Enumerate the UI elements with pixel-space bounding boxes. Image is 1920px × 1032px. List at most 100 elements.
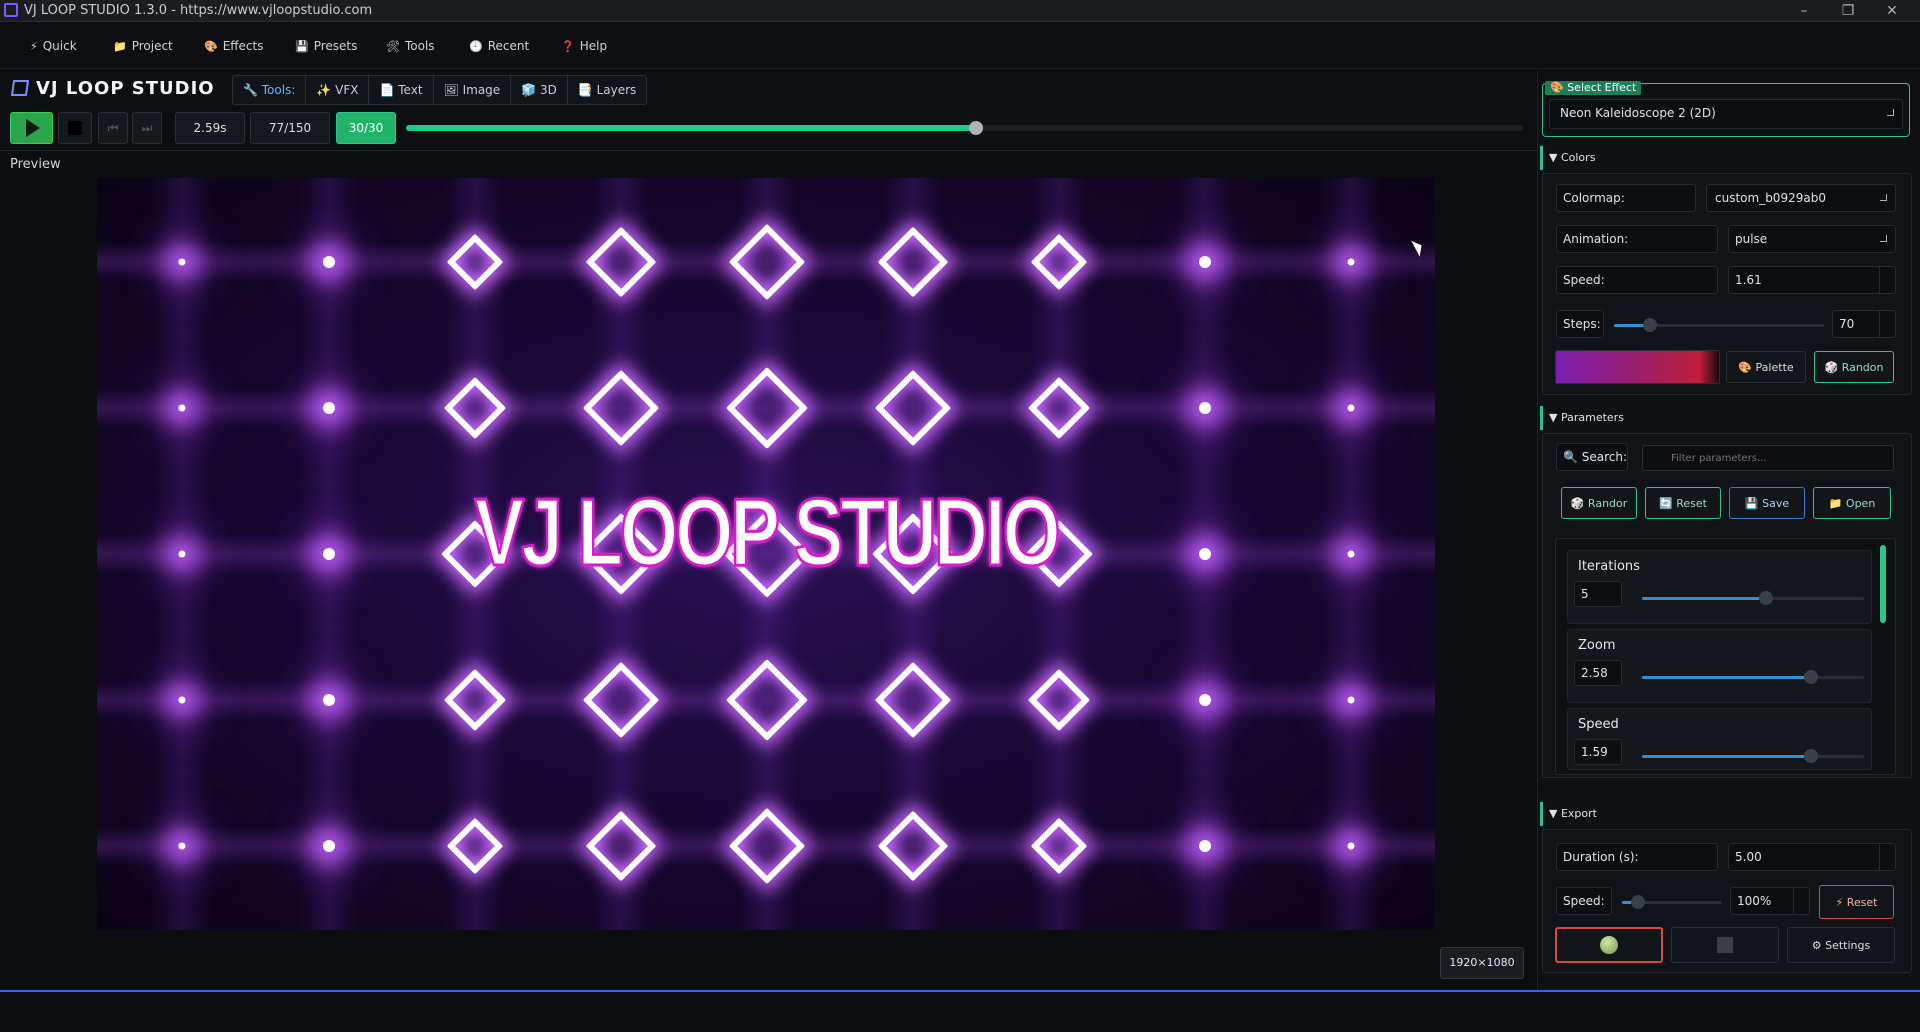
param-slider[interactable] [1642, 591, 1864, 605]
neon-glow-dot [1347, 696, 1355, 704]
frame-display: 77/150 [250, 112, 330, 144]
param-handle[interactable] [1803, 749, 1818, 763]
lightning-icon: ⚡ [1835, 895, 1847, 909]
record-button[interactable] [1555, 927, 1663, 963]
neon-glow-dot [1347, 842, 1355, 850]
dice-icon: 🎲 [1570, 496, 1588, 510]
select-effect-title: 🎨 Select Effect [1545, 81, 1642, 95]
neon-glow-dot [178, 404, 186, 412]
skip-back-icon: ⏮ [107, 120, 119, 135]
tools-label: 🔧 Tools: [233, 75, 307, 105]
export-header[interactable]: ▼ Export [1540, 802, 1913, 826]
time-display: 2.59s [175, 112, 245, 144]
export-speed-input[interactable]: 100% [1730, 887, 1810, 915]
animation-select[interactable]: pulse [1728, 225, 1896, 253]
param-name: Iterations [1578, 559, 1640, 574]
timeline-handle[interactable] [968, 121, 983, 135]
colormap-select[interactable]: custom_b0929ab0 [1706, 184, 1896, 212]
parameters-header[interactable]: ▼ Parameters [1540, 406, 1913, 430]
lightning-icon: ⚡ [30, 40, 38, 53]
prev-frame-button[interactable]: ⏮ [98, 112, 128, 144]
palette-icon: 🎨 [204, 40, 218, 53]
neon-glow-dot [178, 258, 186, 266]
help-icon: ❓ [561, 40, 575, 53]
neon-glow-dot [178, 696, 186, 704]
menu-tools[interactable]: 🛠 Tools [386, 39, 435, 53]
param-card-speed: Speed 1.59 [1567, 708, 1872, 770]
tools-icon: 🛠 [386, 40, 400, 53]
colors-header[interactable]: ▼ Colors [1540, 146, 1913, 170]
steps-handle[interactable] [1642, 318, 1657, 332]
palette-button[interactable]: 🎨 Palette [1726, 351, 1806, 383]
tool-text[interactable]: 📄 Text [369, 75, 434, 105]
folder-icon: 📁 [113, 40, 127, 53]
neon-glow-dot [323, 402, 335, 414]
menu-presets[interactable]: 💾 Presets [295, 39, 357, 53]
tool-image[interactable]: 🖼 Image [434, 75, 512, 105]
menu-project[interactable]: 📁 Project [113, 39, 173, 53]
export-speed-handle[interactable] [1631, 895, 1645, 909]
tool-vfx[interactable]: ✨ VFX [306, 75, 370, 105]
stop-export-button[interactable] [1671, 927, 1779, 963]
resolution-badge: 1920×1080 [1440, 947, 1524, 979]
dice-icon: 🎲 [1824, 360, 1842, 374]
export-settings-button[interactable]: ⚙ Settings [1787, 927, 1895, 963]
transport-bar: ⏮ ⏭ 2.59s 77/150 30/30 [0, 110, 1535, 148]
menu-bar: ⚡ Quick 📁 Project 🎨 Effects 💾 Presets 🛠 Tools… [0, 23, 1920, 69]
fps-display: 30/30 [336, 112, 396, 144]
param-value-input[interactable]: 5 [1574, 581, 1622, 607]
export-speed-slider[interactable] [1622, 895, 1722, 909]
param-handle[interactable] [1803, 670, 1818, 684]
timeline-fill [406, 125, 976, 131]
menu-recent[interactable]: 🕘 Recent [469, 39, 529, 53]
tools-bar: 🔧 Tools: ✨ VFX 📄 Text 🖼 Image 🧊 3D 📑 Lay… [232, 75, 648, 105]
record-icon [1600, 936, 1618, 954]
reset-params-button[interactable]: 🔄 Reset [1645, 487, 1721, 519]
brand-title: VJ LOOP STUDIO [10, 78, 215, 99]
parameter-search-input[interactable] [1642, 445, 1894, 471]
effect-select[interactable]: Neon Kaleidoscope 2 (2D) [1549, 99, 1903, 129]
neon-glow-dot [1347, 550, 1355, 558]
save-icon: 💾 [1744, 496, 1763, 510]
neon-glow-dot [1347, 404, 1355, 412]
param-slider[interactable] [1642, 749, 1864, 763]
neon-glow-dot [1199, 256, 1211, 268]
randomize-params-button[interactable]: 🎲 Randor [1561, 487, 1637, 519]
save-params-button[interactable]: 💾 Save [1729, 487, 1805, 519]
param-slider[interactable] [1642, 670, 1864, 684]
steps-slider[interactable] [1614, 318, 1824, 332]
open-params-button[interactable]: 📁 Open [1813, 487, 1891, 519]
cube-icon [10, 80, 30, 96]
preview-canvas[interactable]: VJ LOOP STUDIO [97, 178, 1435, 930]
play-button[interactable] [10, 112, 53, 144]
next-frame-button[interactable]: ⏭ [132, 112, 162, 144]
duration-label: Duration (s): [1556, 843, 1718, 871]
export-reset-button[interactable]: ⚡ Reset [1819, 885, 1894, 919]
skip-forward-icon: ⏭ [141, 120, 153, 135]
tool-3d[interactable]: 🧊 3D [511, 75, 568, 105]
speed-input[interactable]: 1.61 [1728, 266, 1896, 294]
param-value-input[interactable]: 2.58 [1574, 660, 1622, 686]
timeline-slider[interactable] [406, 121, 1523, 135]
preview-label: Preview [10, 157, 61, 172]
save-icon: 💾 [295, 40, 309, 53]
close-button[interactable]: ✕ [1870, 0, 1914, 22]
tool-layers[interactable]: 📑 Layers [568, 75, 646, 105]
stop-button[interactable] [58, 112, 92, 144]
minimize-button[interactable]: – [1782, 0, 1826, 22]
steps-input[interactable]: 70 [1832, 310, 1896, 338]
menu-effects[interactable]: 🎨 Effects [204, 39, 264, 53]
param-handle[interactable] [1759, 591, 1774, 605]
neon-glow-dot [323, 694, 335, 706]
duration-input[interactable]: 5.00 [1728, 843, 1896, 871]
param-value-input[interactable]: 1.59 [1574, 739, 1622, 765]
menu-help[interactable]: ❓ Help [561, 39, 607, 53]
random-colors-button[interactable]: 🎲 Randon [1814, 351, 1894, 383]
parameter-list-scrollbar[interactable] [1880, 545, 1886, 623]
colormap-preview[interactable] [1555, 350, 1720, 384]
reset-icon: 🔄 [1659, 496, 1677, 510]
palette-icon: 🎨 [1738, 360, 1756, 374]
neon-glow-dot [1199, 840, 1211, 852]
menu-quick[interactable]: ⚡ Quick [30, 39, 77, 53]
restore-button[interactable]: ❐ [1826, 0, 1870, 22]
